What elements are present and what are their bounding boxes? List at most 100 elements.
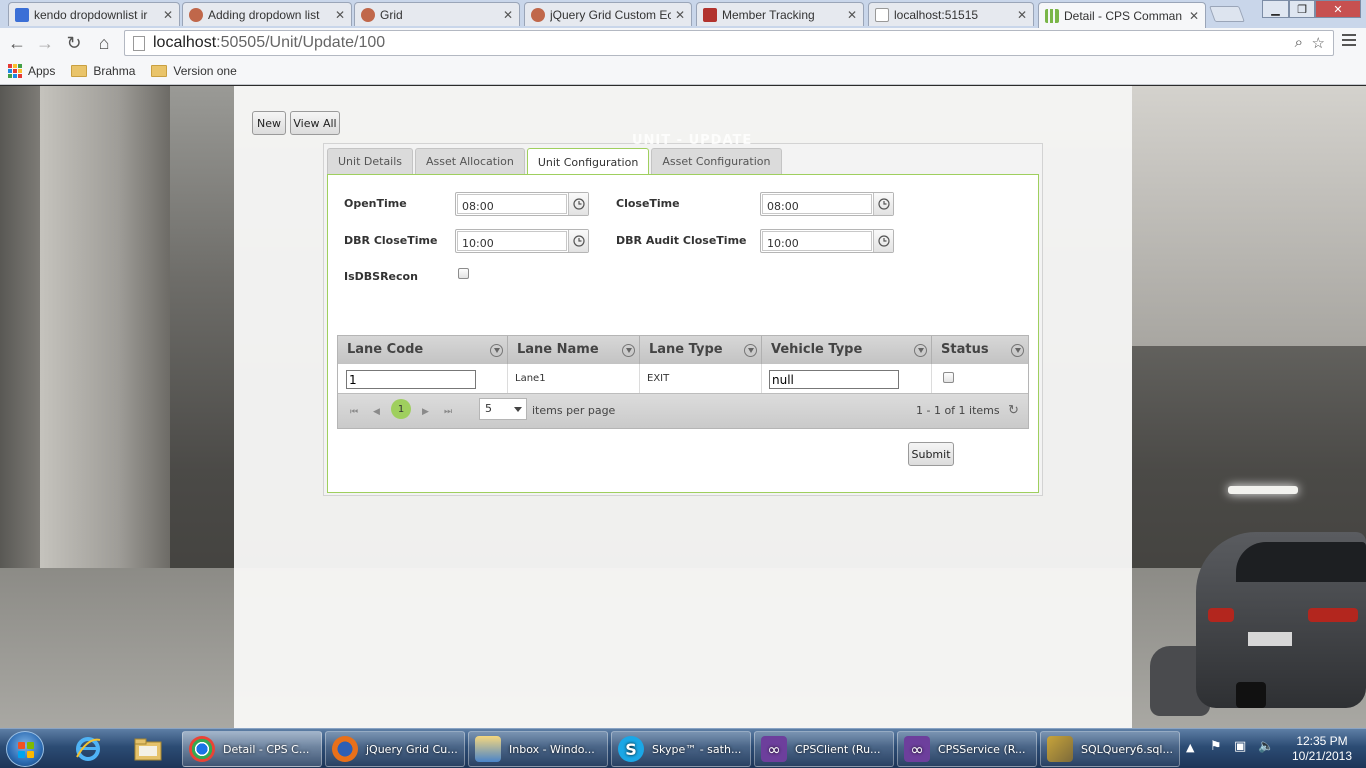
lane-type-cell: EXIT [640, 364, 762, 393]
page-favicon-icon [875, 7, 889, 22]
start-button[interactable] [6, 731, 44, 767]
lane-code-input[interactable]: 1 [346, 370, 476, 389]
home-icon[interactable]: ⌂ [93, 33, 115, 53]
taskbar-item-chrome[interactable]: Detail - CPS C... [182, 731, 322, 767]
is-dbs-recon-label: IsDBSRecon [344, 270, 418, 283]
clock-icon[interactable] [873, 193, 893, 215]
browser-tab[interactable]: Adding dropdown list ✕ [182, 2, 352, 26]
taskbar-item-label: jQuery Grid Cu... [366, 742, 458, 756]
last-page-icon[interactable]: ⏭ [444, 406, 452, 417]
column-header-lane-code[interactable]: Lane Code [338, 336, 508, 364]
taskbar-item-skype[interactable]: S Skype™ - sath... [611, 731, 751, 767]
close-tab-icon[interactable]: ✕ [163, 8, 173, 22]
volume-icon[interactable]: 🔈 [1258, 739, 1274, 754]
taskbar-item-outlook[interactable]: Inbox - Windo... [468, 731, 608, 767]
column-header-label: Lane Type [649, 342, 723, 357]
filter-icon[interactable] [744, 344, 757, 357]
zoom-icon[interactable]: ⌕ [1295, 34, 1303, 51]
stackoverflow-favicon-icon [189, 7, 203, 22]
browser-tab[interactable]: Member Tracking ✕ [696, 2, 864, 26]
bookmark-folder-brahma[interactable]: Brahma [71, 64, 135, 78]
tab-unit-details[interactable]: Unit Details [327, 148, 414, 174]
back-arrow-icon[interactable]: ← [6, 33, 28, 53]
maximize-window-button[interactable]: ❐ [1289, 0, 1315, 18]
browser-tab-active[interactable]: Detail - CPS Comman ✕ [1038, 2, 1206, 28]
clock-icon[interactable] [873, 230, 893, 252]
chrome-menu-icon[interactable] [1342, 34, 1356, 49]
bookmark-folder-version-one[interactable]: Version one [151, 64, 237, 78]
internet-explorer-icon[interactable] [68, 731, 108, 767]
browser-tab-title: Member Tracking [722, 7, 815, 22]
submit-button[interactable]: Submit [908, 442, 954, 466]
bookmarks-bar: Apps Brahma Version one [0, 58, 1366, 85]
browser-tab[interactable]: jQuery Grid Custom Ec ✕ [524, 2, 692, 26]
close-tab-icon[interactable]: ✕ [1017, 8, 1027, 22]
bookmark-apps[interactable]: Apps [8, 64, 55, 78]
url-path: :50505/Unit/Update/100 [216, 34, 386, 51]
taskbar-item-label: Inbox - Windo... [509, 742, 595, 756]
items-per-page-label: items per page [532, 404, 616, 417]
column-header-lane-type[interactable]: Lane Type [640, 336, 762, 364]
browser-tabstrip: kendo dropdownlist ir ✕ Adding dropdown … [0, 0, 1366, 28]
mail-icon [475, 736, 501, 762]
page-icon [133, 35, 145, 51]
column-header-lane-name[interactable]: Lane Name [508, 336, 640, 364]
filter-icon[interactable] [914, 344, 927, 357]
page-title: UNIT - UPDATE [632, 133, 753, 148]
open-time-input[interactable]: 08:00 [457, 194, 567, 214]
close-time-input[interactable]: 08:00 [762, 194, 872, 214]
close-tab-icon[interactable]: ✕ [847, 8, 857, 22]
clock-icon[interactable] [568, 193, 588, 215]
status-checkbox[interactable] [943, 372, 954, 383]
first-page-icon[interactable]: ⏮ [350, 406, 358, 417]
new-tab-button[interactable] [1209, 6, 1245, 22]
browser-tab[interactable]: localhost:51515 ✕ [868, 2, 1034, 26]
dbr-audit-close-time-input[interactable]: 10:00 [762, 231, 872, 251]
system-clock[interactable]: 12:35 PM 10/21/2013 [1290, 734, 1354, 764]
previous-page-icon[interactable]: ◀ [373, 406, 380, 417]
next-page-icon[interactable]: ▶ [422, 406, 429, 417]
refresh-icon[interactable]: ↻ [1008, 402, 1019, 418]
column-header-status[interactable]: Status [932, 336, 1028, 364]
taskbar-item-visual-studio-service[interactable]: ∞ CPSService (R... [897, 731, 1037, 767]
network-icon[interactable]: ▣ [1234, 739, 1246, 754]
grid-header: Lane Code Lane Name Lane Type Vehicle Ty… [338, 336, 1028, 364]
filter-icon[interactable] [622, 344, 635, 357]
page-size-select[interactable]: 5 [479, 398, 527, 420]
taskbar-item-visual-studio-client[interactable]: ∞ CPSClient (Ru... [754, 731, 894, 767]
close-tab-icon[interactable]: ✕ [335, 8, 345, 22]
close-tab-icon[interactable]: ✕ [1189, 9, 1199, 23]
current-page-button[interactable]: 1 [391, 399, 411, 419]
show-hidden-icons-icon[interactable]: ▲ [1186, 741, 1194, 754]
column-header-vehicle-type[interactable]: Vehicle Type [762, 336, 932, 364]
dropdown-arrow-icon [514, 407, 522, 412]
filter-icon[interactable] [490, 344, 503, 357]
taskbar-item-firefox[interactable]: jQuery Grid Cu... [325, 731, 465, 767]
address-bar[interactable]: localhost :50505/Unit/Update/100 ⌕ ☆ [124, 30, 1334, 56]
file-explorer-icon[interactable] [128, 731, 168, 767]
view-all-button[interactable]: View All [290, 111, 340, 135]
is-dbs-recon-checkbox[interactable] [458, 268, 469, 279]
url-host: localhost [153, 34, 217, 51]
tab-asset-configuration[interactable]: Asset Configuration [651, 148, 782, 174]
new-button[interactable]: New [252, 111, 286, 135]
forward-arrow-icon[interactable]: → [34, 33, 56, 53]
dbr-close-time-input[interactable]: 10:00 [457, 231, 567, 251]
close-tab-icon[interactable]: ✕ [675, 8, 685, 22]
apps-grid-icon [8, 64, 22, 78]
filter-icon[interactable] [1011, 344, 1024, 357]
reload-icon[interactable]: ↻ [63, 33, 85, 53]
taskbar-item-sql-server[interactable]: SQLQuery6.sql... [1040, 731, 1180, 767]
action-center-flag-icon[interactable]: ⚑ [1210, 739, 1222, 754]
vehicle-type-input[interactable]: null [769, 370, 899, 389]
close-window-button[interactable]: ✕ [1315, 0, 1361, 18]
bookmark-label: Version one [173, 64, 237, 78]
clock-icon[interactable] [568, 230, 588, 252]
browser-tab[interactable]: kendo dropdownlist ir ✕ [8, 2, 180, 26]
bookmark-star-icon[interactable]: ☆ [1312, 34, 1325, 52]
close-tab-icon[interactable]: ✕ [503, 8, 513, 22]
tab-asset-allocation[interactable]: Asset Allocation [415, 148, 525, 174]
minimize-window-button[interactable]: ▁ [1262, 0, 1289, 18]
tab-unit-configuration[interactable]: Unit Configuration [526, 148, 650, 175]
browser-tab[interactable]: Grid ✕ [354, 2, 520, 26]
